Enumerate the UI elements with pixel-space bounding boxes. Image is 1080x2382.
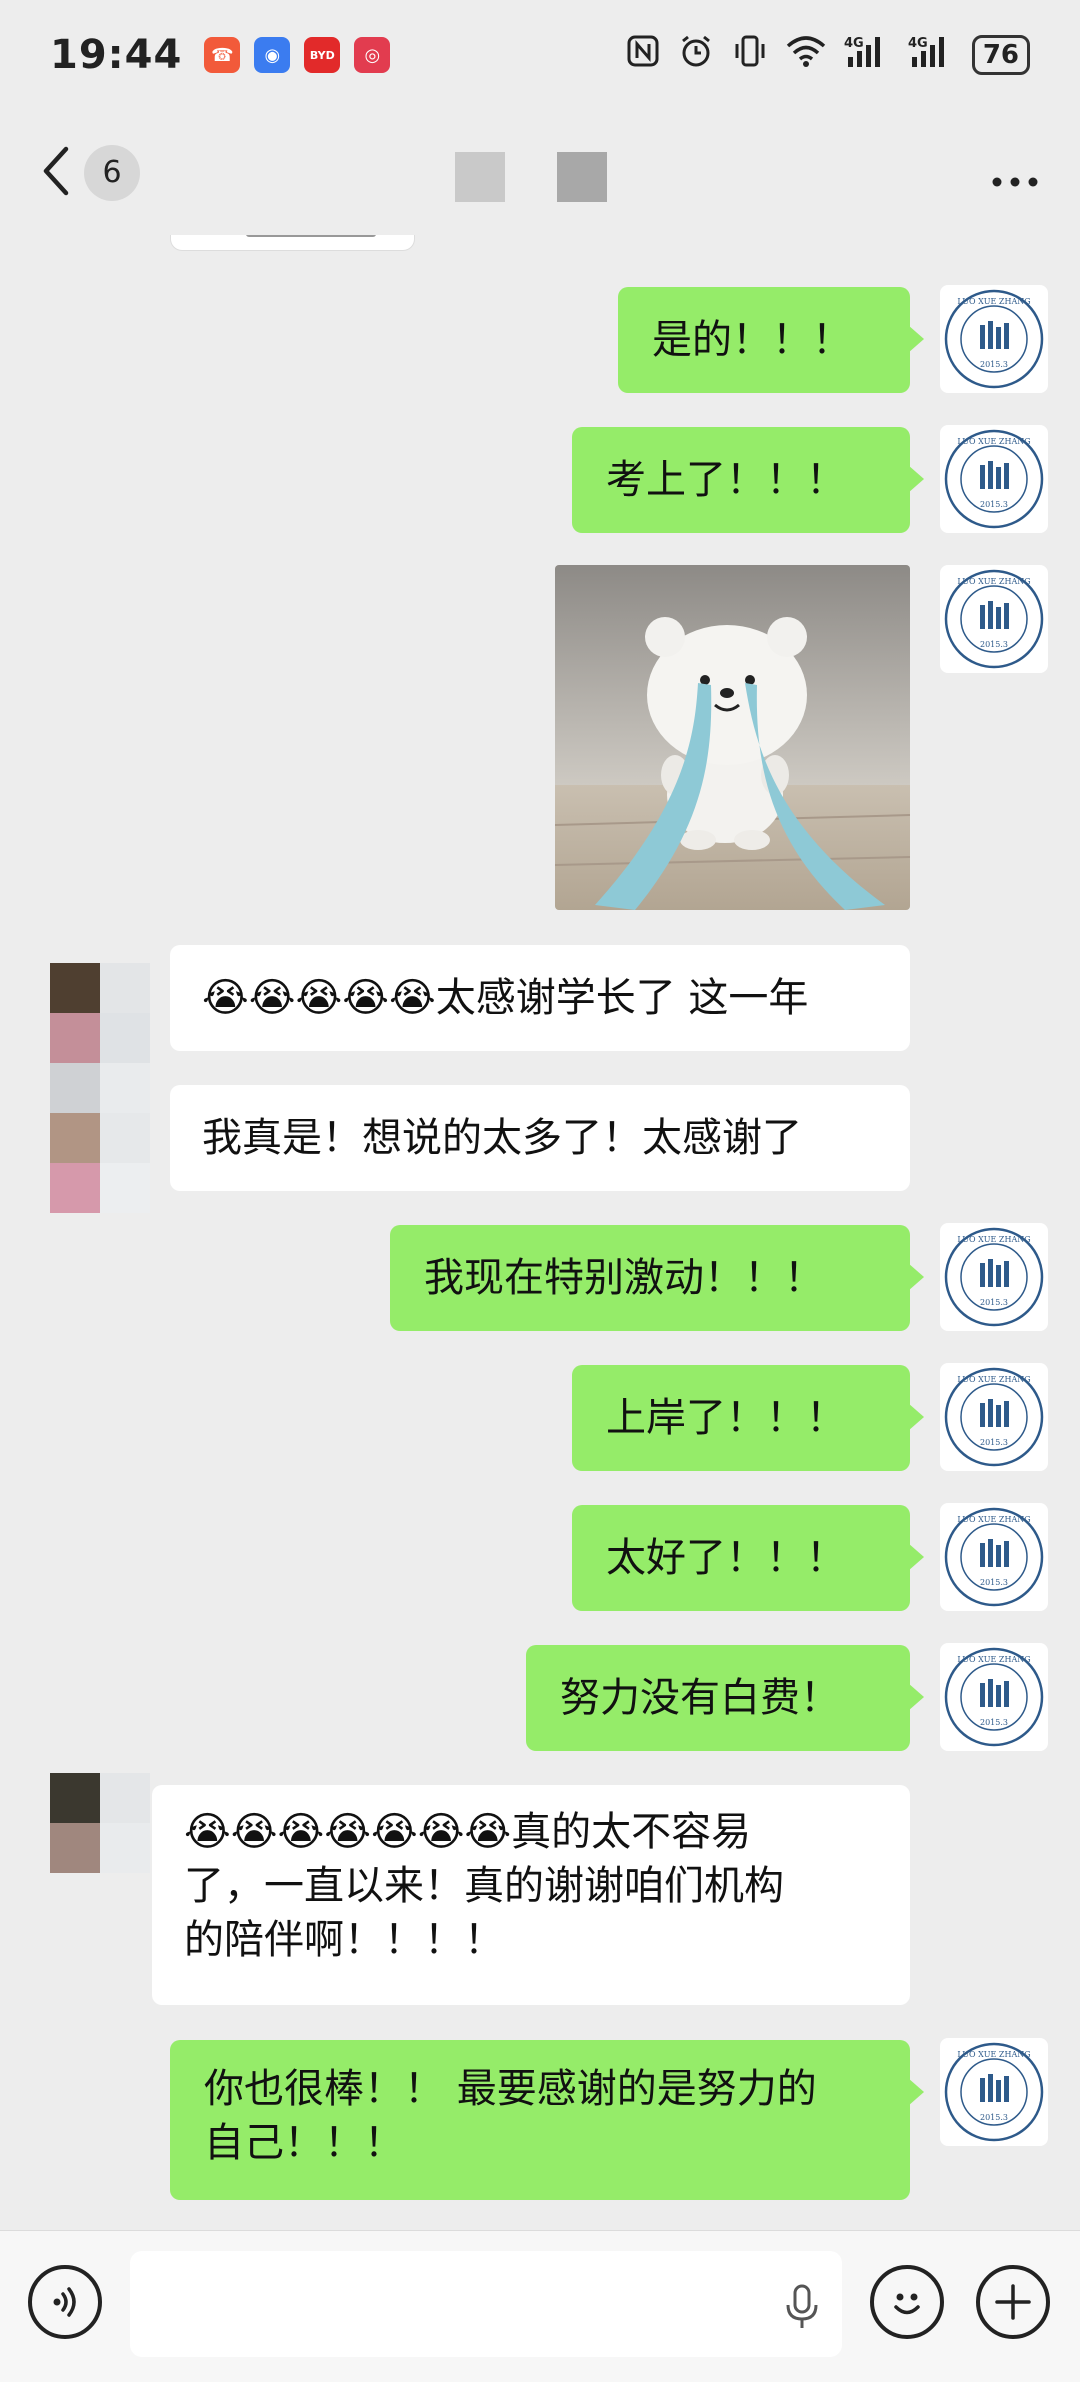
missed-call-icon: ☎	[204, 37, 241, 73]
svg-text:LUO XUE ZHANG: LUO XUE ZHANG	[957, 297, 1030, 306]
svg-text:2015.3: 2015.3	[980, 1718, 1008, 1727]
message-line: 的陪伴啊！！！！	[184, 1917, 504, 1963]
message-bubble-out[interactable]: 太好了！！！	[572, 1505, 924, 1611]
message-line: 了，一直以来！真的谢谢咱们机构	[184, 1863, 784, 1909]
byd-app-icon: BYD	[304, 37, 341, 73]
message-text: 你也很棒！！ 最要感谢的是努力的 自己！！！	[204, 2062, 817, 2170]
svg-text:LUO XUE ZHANG: LUO XUE ZHANG	[957, 1375, 1030, 1384]
chevron-left-icon	[40, 143, 72, 203]
svg-text:2015.3: 2015.3	[980, 1298, 1008, 1307]
signal-4g-icon-2: 4G	[908, 33, 954, 77]
svg-text:LUO XUE ZHANG: LUO XUE ZHANG	[957, 437, 1030, 446]
org-logo-icon: LUO XUE ZHANG 2015.3	[944, 569, 1044, 669]
status-bar: 19:44 ☎ ◉ BYD ◎ 4G 4G 76	[0, 0, 1080, 110]
message-text: 我真是！想说的太多了！太感谢了	[202, 1115, 802, 1161]
status-time: 19:44	[50, 32, 183, 78]
org-logo-icon: LUO XUE ZHANG 2015.3	[944, 1507, 1044, 1607]
org-logo-icon: LUO XUE ZHANG 2015.3	[944, 1227, 1044, 1327]
avatar[interactable]: LUO XUE ZHANG 2015.3	[940, 565, 1048, 673]
message-line: 你也很棒！！ 最要感谢的是努力的	[204, 2066, 817, 2112]
previous-message-fragment	[170, 235, 415, 251]
more-options-button[interactable]	[990, 146, 1040, 200]
svg-text:2015.3: 2015.3	[980, 1438, 1008, 1447]
avatar[interactable]: LUO XUE ZHANG 2015.3	[940, 2038, 1048, 2146]
message-text: 😭😭😭😭😭太感谢学长了 这一年	[202, 975, 809, 1021]
org-logo-icon: LUO XUE ZHANG 2015.3	[944, 1647, 1044, 1747]
avatar[interactable]: LUO XUE ZHANG 2015.3	[940, 1363, 1048, 1471]
notification-icons: ☎ ◉ BYD ◎	[204, 37, 391, 73]
avatar[interactable]: LUO XUE ZHANG 2015.3	[940, 285, 1048, 393]
org-logo-icon: LUO XUE ZHANG 2015.3	[944, 2042, 1044, 2142]
app-blue-icon: ◉	[254, 37, 291, 73]
unread-count-badge: 6	[84, 144, 140, 201]
voice-mode-button[interactable]	[28, 2265, 102, 2339]
more-dots-icon	[990, 146, 1040, 200]
message-bubble-in[interactable]: 😭😭😭😭😭太感谢学长了 这一年	[170, 945, 910, 1051]
message-text: 太好了！！！	[606, 1535, 846, 1581]
org-logo-icon: LUO XUE ZHANG 2015.3	[944, 289, 1044, 389]
message-bubble-in[interactable]: 我真是！想说的太多了！太感谢了	[170, 1085, 910, 1191]
plus-icon	[995, 2284, 1031, 2320]
nfc-icon	[626, 34, 660, 76]
svg-text:2015.3: 2015.3	[980, 1578, 1008, 1587]
message-text: 我现在特别激动！！！	[424, 1255, 824, 1301]
emoji-button[interactable]	[870, 2265, 944, 2339]
message-input-bar	[0, 2230, 1080, 2382]
svg-text:LUO XUE ZHANG: LUO XUE ZHANG	[957, 577, 1030, 586]
wifi-icon	[786, 34, 826, 76]
svg-text:LUO XUE ZHANG: LUO XUE ZHANG	[957, 1235, 1030, 1244]
message-text: 😭😭😭😭😭😭😭真的太不容易 了，一直以来！真的谢谢咱们机构 的陪伴啊！！！！	[184, 1805, 784, 1967]
signal-4g-icon: 4G	[844, 33, 890, 77]
svg-text:2015.3: 2015.3	[980, 500, 1008, 509]
svg-text:LUO XUE ZHANG: LUO XUE ZHANG	[957, 1515, 1030, 1524]
avatar[interactable]: LUO XUE ZHANG 2015.3	[940, 425, 1048, 533]
message-line: 自己！！！	[204, 2120, 404, 2166]
message-list[interactable]: 是的！！！ LUO XUE ZHANG 2015.3 考上了！！！ LUO XU…	[0, 235, 1080, 2230]
chat-title-redacted	[455, 152, 607, 202]
more-features-button[interactable]	[976, 2265, 1050, 2339]
svg-text:2015.3: 2015.3	[980, 360, 1008, 369]
message-bubble-out[interactable]: 考上了！！！	[572, 427, 924, 533]
svg-text:4G: 4G	[844, 36, 864, 51]
message-text: 上岸了！！！	[606, 1395, 846, 1441]
message-text: 考上了！！！	[606, 457, 846, 503]
crying-bear-image	[555, 565, 910, 910]
message-bubble-out[interactable]: 上岸了！！！	[572, 1365, 924, 1471]
message-bubble-out[interactable]: 我现在特别激动！！！	[390, 1225, 924, 1331]
svg-text:2015.3: 2015.3	[980, 2113, 1008, 2122]
message-bubble-out[interactable]: 你也很棒！！ 最要感谢的是努力的 自己！！！	[170, 2040, 924, 2200]
back-button[interactable]: 6	[40, 143, 140, 203]
avatar[interactable]: LUO XUE ZHANG 2015.3	[940, 1503, 1048, 1611]
smiley-icon	[894, 2293, 920, 2315]
battery-indicator: 76	[971, 35, 1030, 75]
org-logo-icon: LUO XUE ZHANG 2015.3	[944, 1367, 1044, 1467]
message-bubble-out[interactable]: 是的！！！	[618, 287, 924, 393]
svg-text:2015.3: 2015.3	[980, 640, 1008, 649]
message-text: 努力没有白费！	[560, 1675, 840, 1721]
svg-text:LUO XUE ZHANG: LUO XUE ZHANG	[957, 1655, 1030, 1664]
vibrate-icon	[732, 33, 768, 77]
message-line: 😭😭😭😭😭😭😭真的太不容易	[184, 1809, 752, 1855]
message-bubble-in[interactable]: 😭😭😭😭😭😭😭真的太不容易 了，一直以来！真的谢谢咱们机构 的陪伴啊！！！！	[152, 1785, 910, 2005]
avatar[interactable]	[50, 963, 158, 1213]
org-logo-icon: LUO XUE ZHANG 2015.3	[944, 429, 1044, 529]
avatar[interactable]: LUO XUE ZHANG 2015.3	[940, 1643, 1048, 1751]
voice-wave-icon	[53, 2287, 76, 2317]
chat-header: 6	[0, 110, 1080, 235]
message-text-input[interactable]	[130, 2251, 842, 2357]
title-redaction-block	[557, 152, 607, 202]
title-redaction-block	[455, 152, 505, 202]
message-bubble-out[interactable]: 努力没有白费！	[526, 1645, 924, 1751]
avatar[interactable]	[50, 1773, 158, 1873]
system-indicators: 4G 4G 76	[626, 33, 1030, 77]
avatar[interactable]: LUO XUE ZHANG 2015.3	[940, 1223, 1048, 1331]
microphone-icon[interactable]	[784, 2283, 820, 2335]
message-text: 是的！！！	[652, 317, 852, 363]
alarm-icon	[678, 33, 714, 77]
svg-text:LUO XUE ZHANG: LUO XUE ZHANG	[957, 2050, 1030, 2059]
app-red-icon: ◎	[354, 37, 391, 73]
svg-text:4G: 4G	[908, 36, 928, 51]
message-image[interactable]	[555, 565, 910, 910]
